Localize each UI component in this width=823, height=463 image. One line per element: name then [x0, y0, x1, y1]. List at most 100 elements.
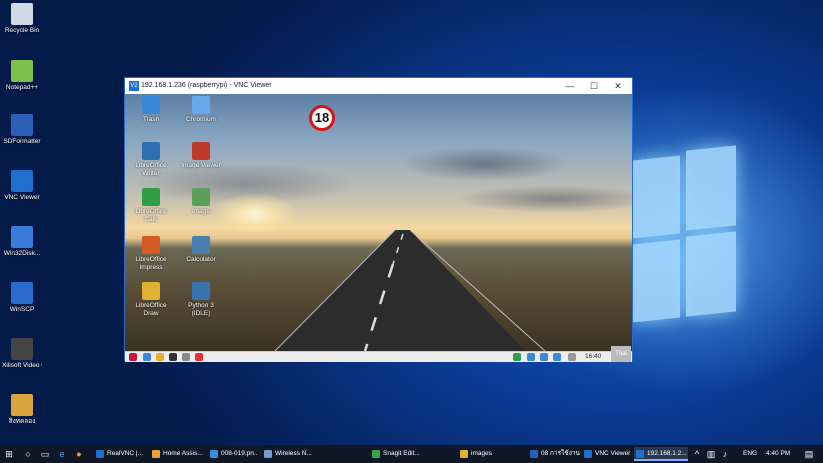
libreoffice-calc-icon [142, 188, 160, 206]
chromium-icon [192, 96, 210, 114]
pi-desktop-shortcut[interactable]: LibreOffice Draw [131, 282, 171, 317]
pi-shortcut-label: Image [191, 208, 211, 215]
desktop-shortcut[interactable]: Recycle Bin [2, 3, 42, 35]
taskbar-app-button[interactable]: 008-019.pn... [208, 447, 258, 461]
desktop-shortcut[interactable]: Xilisoft Video Converter U... [2, 338, 42, 370]
windows-logo [632, 120, 736, 345]
desktop-shortcut-label: Recycle Bin [4, 27, 40, 34]
network-tray-icon[interactable]: ▥ [704, 447, 718, 461]
vnc-server-icon[interactable] [513, 353, 521, 361]
desktop-shortcut[interactable]: Notepad++ [2, 60, 42, 92]
raspberry-pi-desktop[interactable]: 18 Trash Chromium LibreOffice Writer Image … [125, 94, 632, 351]
xilisoft-video-converter-icon [11, 338, 33, 360]
taskbar-app-button[interactable]: VNC Viewer [582, 447, 632, 461]
taskbar-app-button[interactable]: Wireless N... [262, 447, 316, 461]
taskbar-app-label: RealVNC |... [107, 450, 144, 457]
folder-book-icon [11, 394, 33, 416]
win32diskimager-icon [11, 226, 33, 248]
notepad-plus-plus-icon [11, 60, 33, 82]
minimize-button[interactable]: — [562, 80, 578, 92]
pi-desktop-shortcut[interactable]: Trash [131, 96, 171, 124]
pi-shortcut-label: LibreOffice Writer [135, 162, 167, 177]
volume-tray-icon[interactable]: ♪ [718, 447, 732, 461]
taskbar-app-label: 08 การใช้งาน... [541, 450, 580, 457]
vnc-title-bar[interactable]: V2 192.168.1.236 (raspberrypi) - VNC Vie… [125, 78, 632, 94]
pi-shortcut-label: LibreOffice Calc [135, 208, 167, 223]
language-indicator[interactable]: ENG [735, 447, 765, 461]
step-number-badge: 18 [309, 105, 335, 131]
image-file-icon [210, 450, 218, 458]
desktop-shortcut-label: WinSCP [9, 306, 35, 313]
calculator-icon [192, 236, 210, 254]
taskbar-app-button[interactable]: 08 การใช้งาน... [528, 447, 580, 461]
taskbar-app-button[interactable]: Home Assis... [150, 447, 204, 461]
pi-desktop-shortcut[interactable]: LibreOffice Writer [131, 142, 171, 177]
pi-desktop-shortcut[interactable]: LibreOffice Impress [131, 236, 171, 271]
file-manager-icon[interactable] [156, 353, 164, 361]
raspberry-pi-taskbar[interactable]: 16:40 Thai [125, 346, 632, 362]
recycle-bin-icon [11, 3, 33, 25]
tray-overflow-icon[interactable]: ^ [690, 447, 704, 461]
pi-desktop-shortcut[interactable]: Image [181, 188, 221, 216]
vnc-viewer-icon [11, 170, 33, 192]
folder-icon [460, 450, 468, 458]
wolfram-icon[interactable] [195, 353, 203, 361]
raspberry-menu-icon[interactable] [129, 353, 137, 361]
taskbar-app-label: Wireless N... [275, 450, 312, 457]
chrome-icon [152, 450, 160, 458]
desktop-shortcut[interactable]: WinSCP [2, 282, 42, 314]
pi-desktop-shortcut[interactable]: Image Viewer [181, 142, 221, 170]
desktop-shortcut[interactable]: สิ่งทดลอง [2, 394, 42, 426]
desktop-shortcut[interactable]: VNC Viewer [2, 170, 42, 202]
taskbar-app-button[interactable]: Snagit Edit... [370, 447, 428, 461]
cpu-monitor-icon [568, 353, 576, 361]
pi-clock[interactable]: 16:40 [585, 353, 601, 360]
mathematica-icon[interactable] [182, 353, 190, 361]
firefox-icon[interactable]: ● [72, 447, 86, 461]
vnc-app-icon: V2 [129, 81, 139, 91]
maximize-button[interactable]: ☐ [586, 80, 602, 92]
web-browser-icon[interactable] [143, 353, 151, 361]
system-clock[interactable]: 4:40 PM [762, 447, 802, 461]
bluetooth-icon[interactable] [527, 353, 535, 361]
edge-icon[interactable]: e [55, 447, 69, 461]
desktop-shortcut[interactable]: SDFormatter [2, 114, 42, 146]
close-button[interactable]: ✕ [610, 80, 626, 92]
desktop-shortcut-label: Win32Disk... [3, 250, 41, 257]
action-center-icon[interactable]: ▤ [802, 447, 816, 461]
terminal-icon[interactable] [169, 353, 177, 361]
vnc-viewer-window[interactable]: V2 192.168.1.236 (raspberrypi) - VNC Vie… [124, 77, 633, 362]
trash-icon [142, 96, 160, 114]
python-icon [192, 282, 210, 300]
task-view-icon[interactable]: ▭ [38, 447, 52, 461]
windows-taskbar[interactable]: ⊞ ○ ▭ e ● RealVNC |... Home Assis... 008-0… [0, 445, 823, 463]
cortana-icon[interactable]: ○ [21, 447, 35, 461]
taskbar-app-label: 008-019.pn... [221, 450, 258, 457]
wifi-icon[interactable] [540, 353, 548, 361]
pi-shortcut-label: Chromium [186, 116, 216, 123]
vnc-viewer-icon [584, 450, 592, 458]
volume-icon[interactable] [553, 353, 561, 361]
keyboard-language-indicator[interactable]: Thai [611, 346, 631, 362]
pi-desktop-shortcut[interactable]: Chromium [181, 96, 221, 124]
libreoffice-writer-icon [142, 142, 160, 160]
image-viewer-icon [192, 142, 210, 160]
network-icon [264, 450, 272, 458]
windows-start-icon[interactable]: ⊞ [2, 447, 16, 461]
desktop-shortcut-label: VNC Viewer [4, 194, 40, 201]
taskbar-app-label: 192.168.1.2... [647, 450, 687, 457]
desktop-shortcut-label: SDFormatter [3, 138, 41, 145]
pi-shortcut-label: Image Viewer [181, 162, 221, 169]
taskbar-app-button[interactable]: images [458, 447, 498, 461]
desktop-shortcut-label: สิ่งทดลอง [8, 418, 36, 425]
desktop-shortcut[interactable]: Win32Disk... [2, 226, 42, 258]
taskbar-app-button[interactable]: RealVNC |... [94, 447, 148, 461]
pi-desktop-shortcut[interactable]: Calculator [181, 236, 221, 264]
image-icon [192, 188, 210, 206]
pi-desktop-shortcut[interactable]: LibreOffice Calc [131, 188, 171, 223]
word-icon [530, 450, 538, 458]
pi-shortcut-label: LibreOffice Draw [135, 302, 167, 317]
pi-desktop-shortcut[interactable]: Python 3 (IDLE) [181, 282, 221, 317]
vnc-viewer-icon [636, 450, 644, 458]
taskbar-app-button[interactable]: 192.168.1.2... [634, 447, 688, 461]
